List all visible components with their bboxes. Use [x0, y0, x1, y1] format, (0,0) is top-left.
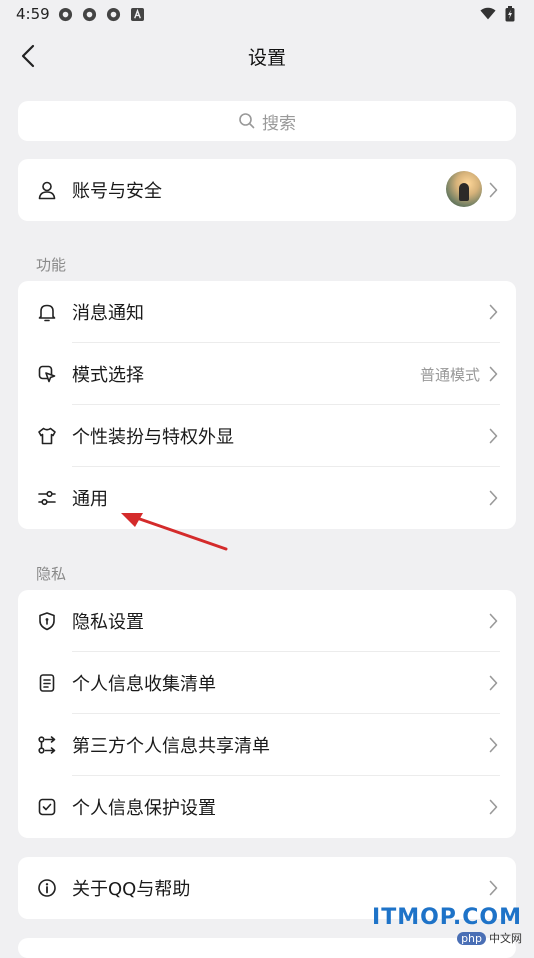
- watermark-php: php: [457, 932, 486, 945]
- page-title: 设置: [247, 46, 286, 69]
- account-security-row[interactable]: 账号与安全: [18, 159, 516, 221]
- chevron-right-icon: [486, 798, 500, 816]
- check-box-icon: [36, 796, 58, 818]
- watermark-sub-text: 中文网: [489, 932, 522, 945]
- section-title-features: 功能: [36, 256, 67, 274]
- app-notification-icon: [82, 6, 98, 22]
- features-card: 消息通知 模式选择 普通模式 个性装扮与特权外显 通用: [18, 281, 516, 529]
- search-icon: [239, 113, 255, 129]
- menu-item-label: 个人信息收集清单: [72, 674, 216, 695]
- chevron-right-icon: [486, 612, 500, 630]
- chevron-right-icon: [486, 489, 500, 507]
- menu-item-label: 消息通知: [72, 303, 144, 324]
- menu-item-label: 个性装扮与特权外显: [72, 427, 234, 448]
- menu-item-mode-select[interactable]: 模式选择 普通模式: [18, 343, 516, 405]
- chevron-right-icon: [486, 879, 500, 897]
- menu-item-label: 模式选择: [72, 365, 144, 386]
- back-button[interactable]: [12, 40, 44, 72]
- mode-icon: [36, 363, 58, 385]
- menu-item-personalization[interactable]: 个性装扮与特权外显: [18, 405, 516, 467]
- menu-item-data-protection-settings[interactable]: 个人信息保护设置: [18, 776, 516, 838]
- menu-item-data-collection-list[interactable]: 个人信息收集清单: [18, 652, 516, 714]
- text-badge-icon: [130, 6, 146, 22]
- status-bar: 4:59: [0, 0, 534, 28]
- menu-item-notifications[interactable]: 消息通知: [18, 281, 516, 343]
- watermark-sub: php 中文网: [372, 930, 522, 946]
- section-title-privacy: 隐私: [36, 565, 67, 583]
- battery-icon: [502, 6, 518, 22]
- share-list-icon: [36, 734, 58, 756]
- status-time: 4:59: [16, 5, 50, 23]
- avatar: [446, 171, 482, 207]
- bell-icon: [36, 301, 58, 323]
- chevron-right-icon: [486, 303, 500, 321]
- info-icon: [36, 877, 58, 899]
- menu-item-label: 个人信息保护设置: [72, 798, 216, 819]
- menu-item-privacy-settings[interactable]: 隐私设置: [18, 590, 516, 652]
- search-placeholder: 搜索: [262, 113, 296, 134]
- chevron-right-icon: [486, 181, 500, 199]
- search-bar[interactable]: 搜索: [18, 101, 516, 141]
- menu-item-label: 第三方个人信息共享清单: [72, 736, 270, 757]
- back-arrow-icon: [21, 44, 35, 68]
- tshirt-icon: [36, 425, 58, 447]
- sliders-icon: [36, 487, 58, 509]
- watermark-main: ITMOP.COM: [372, 905, 522, 930]
- app-notification-icon: [106, 6, 122, 22]
- account-security-label: 账号与安全: [72, 181, 162, 202]
- chevron-right-icon: [486, 365, 500, 383]
- user-icon: [36, 179, 58, 201]
- shield-icon: [36, 610, 58, 632]
- menu-item-third-party-sharing-list[interactable]: 第三方个人信息共享清单: [18, 714, 516, 776]
- chevron-right-icon: [486, 674, 500, 692]
- menu-item-label: 通用: [72, 489, 108, 510]
- document-icon: [36, 672, 58, 694]
- watermark: ITMOP.COM php 中文网: [372, 905, 522, 946]
- annotation-arrow-icon: [121, 513, 228, 551]
- privacy-card: 隐私设置 个人信息收集清单 第三方个人信息共享清单 个人信息保护设置: [18, 590, 516, 838]
- wifi-icon: [480, 6, 496, 22]
- top-app-bar: 设置: [0, 32, 534, 80]
- mode-value: 普通模式: [419, 365, 480, 384]
- menu-item-label: 隐私设置: [72, 612, 144, 633]
- chevron-right-icon: [486, 736, 500, 754]
- app-notification-icon: [58, 6, 74, 22]
- menu-item-general[interactable]: 通用: [18, 467, 516, 529]
- menu-item-label: 关于QQ与帮助: [72, 879, 191, 900]
- account-card: 账号与安全: [18, 159, 516, 221]
- chevron-right-icon: [486, 427, 500, 445]
